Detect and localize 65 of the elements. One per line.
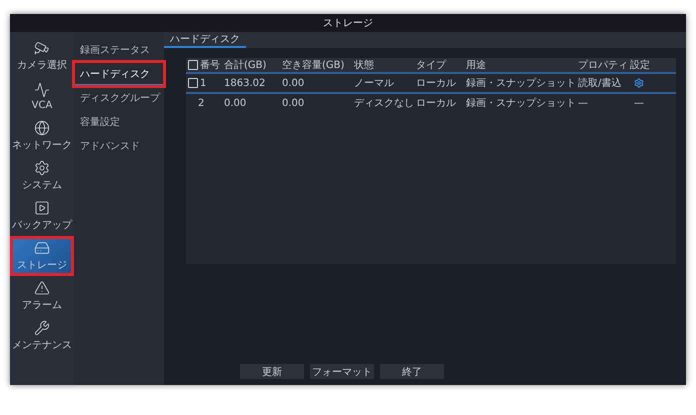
- activity-icon: [34, 82, 50, 98]
- column-header: タイプ: [415, 58, 448, 72]
- nav-item[interactable]: ネットワーク: [10, 116, 74, 156]
- table-cell-text: 録画・スナップショット: [465, 76, 576, 90]
- table-cell-text: ローカル: [415, 77, 457, 90]
- submenu-item[interactable]: ハードディスク: [74, 62, 164, 86]
- nav-item[interactable]: カメラ選択: [10, 36, 74, 76]
- table-cell-text: —: [633, 98, 645, 108]
- column-header: 合計(GB): [223, 58, 268, 72]
- nav-label: システム: [22, 179, 62, 192]
- table-cell-text: 1863.02: [223, 78, 266, 88]
- table-cell-text: —: [577, 98, 589, 108]
- submenu-label: ハードディスク: [80, 68, 150, 81]
- play-icon: [34, 200, 50, 216]
- table-cell-text: ノーマル: [353, 77, 395, 90]
- table-cell-text: 読取/書込: [577, 76, 622, 90]
- table-cell-text: 2: [197, 98, 206, 108]
- nav-label: ネットワーク: [12, 139, 72, 152]
- globe-icon: [34, 120, 50, 136]
- submenu-label: 容量設定: [80, 116, 120, 129]
- nav-item[interactable]: VCA: [10, 76, 74, 116]
- nav-label: VCA: [32, 100, 52, 110]
- nav-item[interactable]: システム: [10, 156, 74, 196]
- submenu-item[interactable]: ディスクグループ: [74, 86, 164, 110]
- nav-item[interactable]: ストレージ: [10, 236, 74, 276]
- tab[interactable]: ハードディスク: [164, 32, 246, 48]
- column-header: 用途: [465, 59, 487, 72]
- nav-item[interactable]: バックアップ: [10, 196, 74, 236]
- nav-label: アラーム: [22, 299, 62, 312]
- column-header: 番号: [186, 58, 222, 72]
- column-header: プロパティ: [577, 58, 628, 72]
- column-header: 設定: [629, 58, 651, 72]
- camera-icon: [34, 40, 50, 56]
- settings-icon[interactable]: [634, 78, 644, 88]
- table-cell: 1: [186, 78, 222, 88]
- warning-icon: [34, 280, 50, 296]
- submenu-item[interactable]: 録画ステータス: [74, 38, 164, 62]
- nav-item[interactable]: メンテナンス: [10, 316, 74, 356]
- hard-drive-icon: [34, 240, 50, 256]
- checkbox[interactable]: [188, 60, 198, 70]
- table-cell-text: 0.00: [281, 78, 306, 88]
- table-cell-text: 0.00: [223, 98, 248, 108]
- submenu-label: 録画ステータス: [80, 44, 150, 57]
- table-cell-text: ローカル: [415, 97, 457, 110]
- checkbox[interactable]: [188, 78, 198, 88]
- nav-item[interactable]: アラーム: [10, 276, 74, 316]
- table-cell-text: ディスクなし: [353, 97, 414, 110]
- submenu-label: ディスクグループ: [80, 92, 160, 105]
- submenu-item[interactable]: アドバンスド: [74, 134, 164, 158]
- nav-label: カメラ選択: [17, 59, 67, 72]
- nav-label: ストレージ: [17, 259, 67, 272]
- column-header: 空き容量(GB): [281, 58, 346, 72]
- settings-icon: [34, 160, 50, 176]
- nav-label: バックアップ: [12, 218, 72, 232]
- table-cell-text: 0.00: [281, 98, 306, 108]
- action-button[interactable]: フォーマット: [310, 364, 374, 379]
- submenu-label: アドバンスド: [80, 140, 140, 153]
- wrench-icon: [34, 320, 50, 336]
- window-title: ストレージ: [323, 17, 373, 30]
- submenu-item[interactable]: 容量設定: [74, 110, 164, 134]
- nav-label: メンテナンス: [12, 339, 72, 352]
- column-header: 状態: [353, 58, 375, 72]
- table-cell-text: 録画・スナップショット: [465, 96, 576, 110]
- action-button[interactable]: 更新: [240, 364, 304, 379]
- action-button[interactable]: 終了: [380, 364, 444, 379]
